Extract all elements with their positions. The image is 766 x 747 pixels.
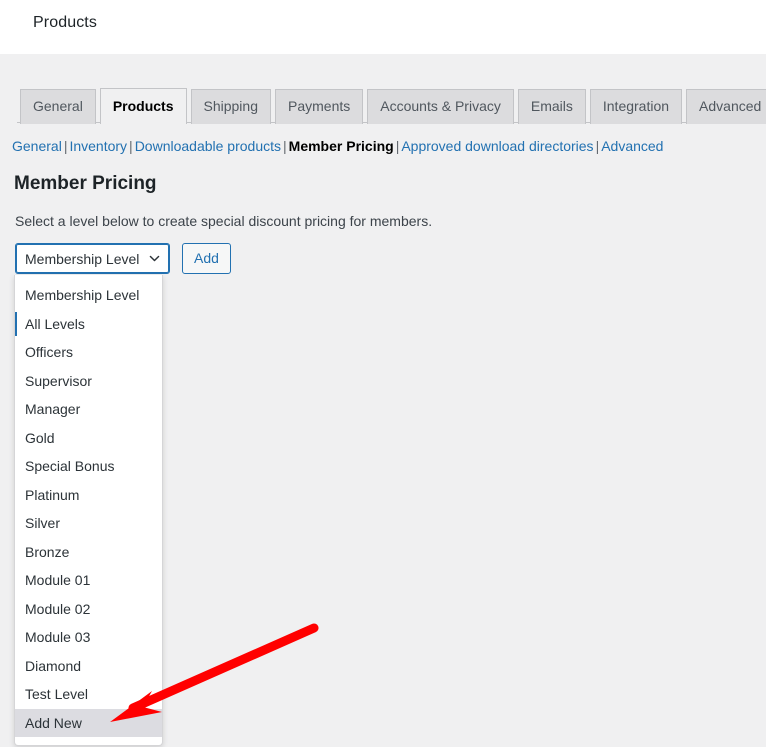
dropdown-option-platinum[interactable]: Platinum bbox=[15, 481, 162, 510]
admin-header-bar: Products bbox=[0, 0, 766, 54]
dropdown-option-membership-level[interactable]: Membership Level bbox=[15, 281, 162, 310]
dropdown-option-module-03[interactable]: Module 03 bbox=[15, 623, 162, 652]
subnav-separator: | bbox=[129, 138, 133, 154]
page-title: Products bbox=[33, 14, 97, 31]
tab-payments[interactable]: Payments bbox=[275, 89, 364, 124]
dropdown-option-all-levels[interactable]: All Levels bbox=[15, 310, 162, 339]
chevron-down-icon bbox=[148, 252, 161, 265]
membership-level-select[interactable]: Membership Level bbox=[15, 243, 170, 274]
subnav-separator: | bbox=[283, 138, 287, 154]
subnav-item-inventory[interactable]: Inventory bbox=[69, 138, 127, 154]
dropdown-option-officers[interactable]: Officers bbox=[15, 338, 162, 367]
tab-products[interactable]: Products bbox=[99, 88, 187, 124]
dropdown-option-add-new[interactable]: Add New bbox=[15, 708, 162, 737]
dropdown-option-module-01[interactable]: Module 01 bbox=[15, 566, 162, 595]
sub-navigation: General | Inventory | Downloadable products |… bbox=[12, 136, 663, 156]
subnav-item-general[interactable]: General bbox=[12, 138, 62, 154]
tab-shipping[interactable]: Shipping bbox=[190, 89, 271, 124]
tab-general[interactable]: General bbox=[20, 89, 96, 124]
dropdown-option-gold[interactable]: Gold bbox=[15, 424, 162, 453]
dropdown-option-silver[interactable]: Silver bbox=[15, 509, 162, 538]
dropdown-option-special-bonus[interactable]: Special Bonus bbox=[15, 452, 162, 481]
tab-advanced[interactable]: Advanced bbox=[686, 89, 766, 124]
tab-list: General Products Shipping Payments Accounts … bbox=[20, 86, 766, 124]
dropdown-option-manager[interactable]: Manager bbox=[15, 395, 162, 424]
dropdown-option-diamond[interactable]: Diamond bbox=[15, 652, 162, 681]
tab-accounts-privacy[interactable]: Accounts & Privacy bbox=[367, 89, 514, 124]
section-title: Member Pricing bbox=[14, 173, 157, 194]
tab-integration[interactable]: Integration bbox=[589, 89, 683, 124]
section-description: Select a level below to create special d… bbox=[15, 213, 433, 229]
subnav-item-approved-download-directories[interactable]: Approved download directories bbox=[401, 138, 593, 154]
membership-control-row: Membership Level Add bbox=[15, 243, 231, 274]
tab-emails[interactable]: Emails bbox=[517, 89, 586, 124]
dropdown-option-module-02[interactable]: Module 02 bbox=[15, 595, 162, 624]
subnav-item-downloadable-products[interactable]: Downloadable products bbox=[135, 138, 281, 154]
dropdown-option-bronze[interactable]: Bronze bbox=[15, 538, 162, 567]
subnav-item-member-pricing: Member Pricing bbox=[288, 138, 394, 154]
membership-level-select-value: Membership Level bbox=[25, 250, 140, 267]
dropdown-option-supervisor[interactable]: Supervisor bbox=[15, 367, 162, 396]
settings-tab-bar: General Products Shipping Payments Accounts … bbox=[0, 86, 766, 124]
add-button[interactable]: Add bbox=[182, 243, 231, 274]
membership-level-dropdown-list[interactable]: Membership Level All Levels Officers Superv… bbox=[14, 275, 163, 746]
subnav-item-advanced[interactable]: Advanced bbox=[601, 138, 663, 154]
dropdown-option-test-level[interactable]: Test Level bbox=[15, 680, 162, 709]
